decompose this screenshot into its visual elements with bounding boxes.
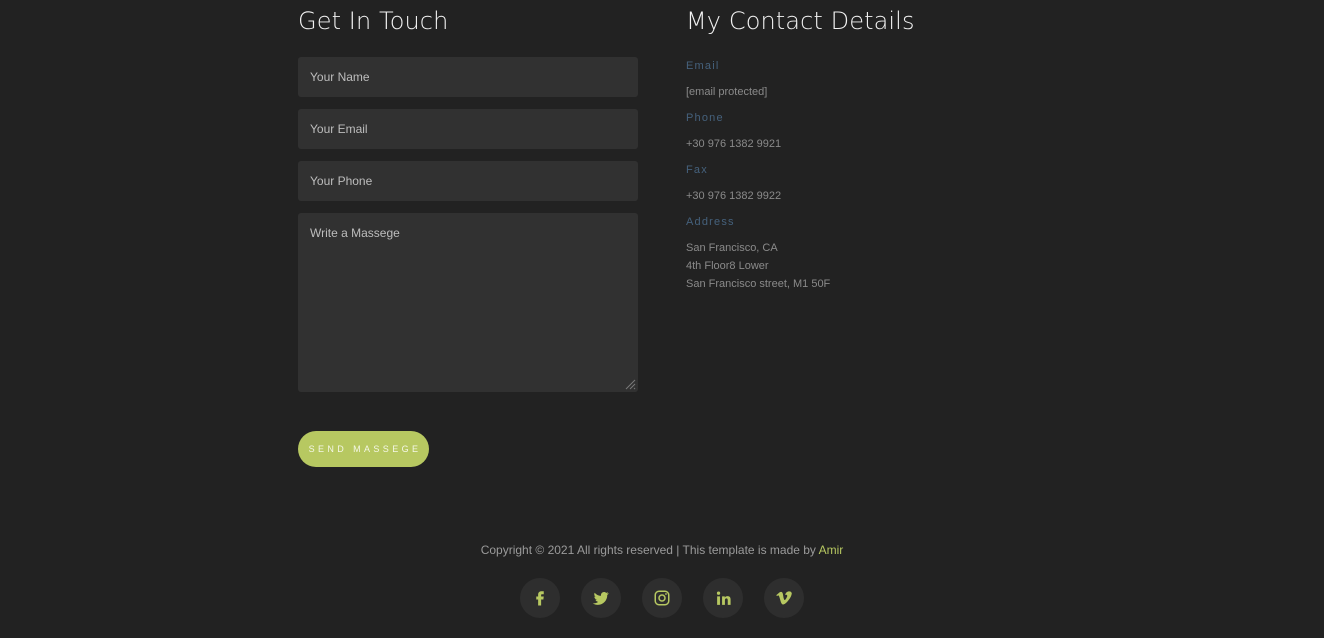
twitter-link[interactable] <box>581 578 621 618</box>
contact-form: Get In Touch SEND MASSEGE <box>298 0 638 467</box>
phone-label: Phone <box>686 112 724 124</box>
instagram-icon <box>654 590 670 606</box>
vimeo-link[interactable] <box>764 578 804 618</box>
address-line-1: San Francisco, CA <box>686 242 778 254</box>
address-label: Address <box>686 216 735 228</box>
send-message-button[interactable]: SEND MASSEGE <box>298 431 429 467</box>
copyright: Copyright © 2021 All rights reserved | T… <box>0 541 1324 559</box>
phone-input[interactable] <box>298 161 638 201</box>
twitter-icon <box>592 591 609 605</box>
linkedin-icon <box>716 591 731 605</box>
name-input[interactable] <box>298 57 638 97</box>
phone-value: +30 976 1382 9921 <box>686 138 782 150</box>
details-title: My Contact Details <box>686 7 915 35</box>
author-link[interactable]: Amir <box>819 543 844 557</box>
fax-value: +30 976 1382 9922 <box>686 190 782 202</box>
contact-section: Get In Touch SEND MASSEGE My Contact Det… <box>0 0 1324 638</box>
fax-label: Fax <box>686 164 708 176</box>
resize-grip-icon[interactable] <box>624 378 636 390</box>
vimeo-icon <box>776 591 792 605</box>
message-textarea[interactable] <box>298 213 638 392</box>
social-links <box>520 578 804 618</box>
copyright-text: Copyright © 2021 All rights reserved | T… <box>480 543 819 557</box>
facebook-link[interactable] <box>520 578 560 618</box>
linkedin-link[interactable] <box>703 578 743 618</box>
contact-details: My Contact Details Email [email protecte… <box>686 0 1026 290</box>
address-line-3: San Francisco street, M1 50F <box>686 278 831 290</box>
instagram-link[interactable] <box>642 578 682 618</box>
email-label: Email <box>686 60 720 72</box>
address-line-2: 4th Floor8 Lower <box>686 260 769 272</box>
email-input[interactable] <box>298 109 638 149</box>
facebook-icon <box>536 591 544 606</box>
form-title: Get In Touch <box>298 7 449 35</box>
email-value[interactable]: [email protected] <box>686 83 767 101</box>
